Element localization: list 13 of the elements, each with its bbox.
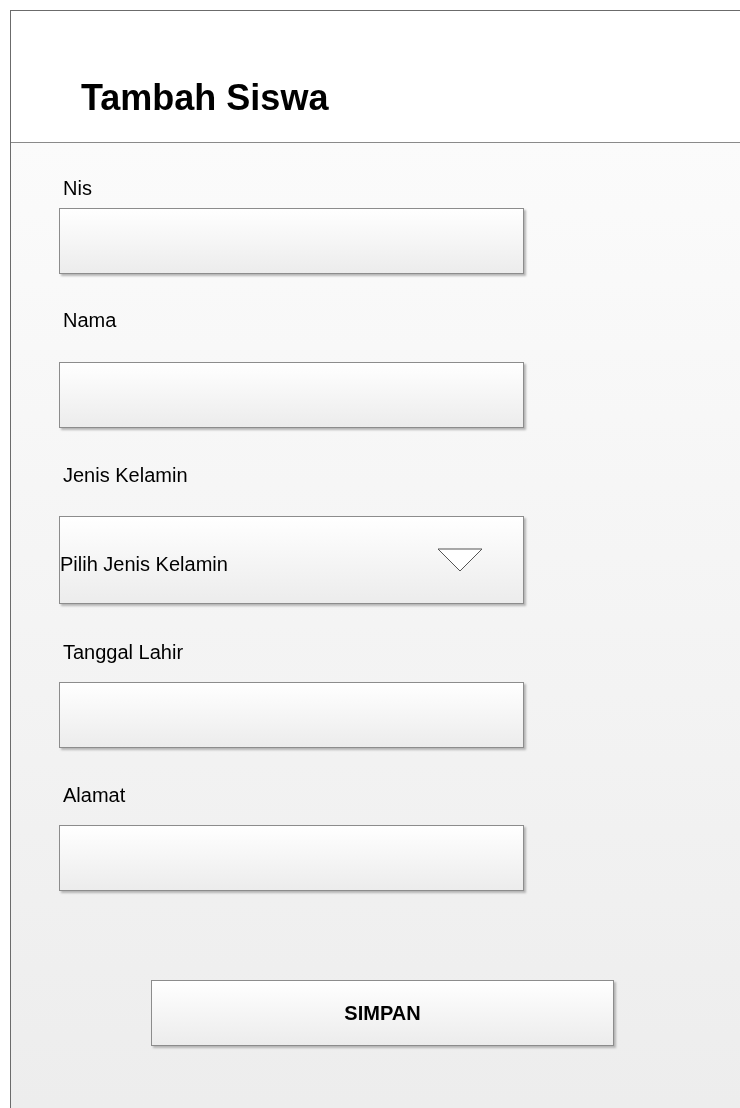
field-label: Alamat: [63, 783, 126, 807]
save-button[interactable]: SIMPAN: [151, 980, 614, 1046]
field-label: Tanggal Lahir: [63, 640, 184, 664]
input-field[interactable]: [59, 682, 524, 748]
field-label: Nama: [63, 308, 117, 332]
page-title: Tambah Siswa: [81, 80, 329, 116]
dropdown-arrow-icon: [437, 548, 483, 572]
dropdown[interactable]: Pilih Jenis Kelamin: [59, 516, 524, 604]
input-field[interactable]: [59, 208, 524, 274]
input-field[interactable]: [59, 825, 524, 891]
field-label: Nis: [63, 176, 92, 200]
field-label: Jenis Kelamin: [63, 463, 188, 487]
input-field[interactable]: [59, 362, 524, 428]
